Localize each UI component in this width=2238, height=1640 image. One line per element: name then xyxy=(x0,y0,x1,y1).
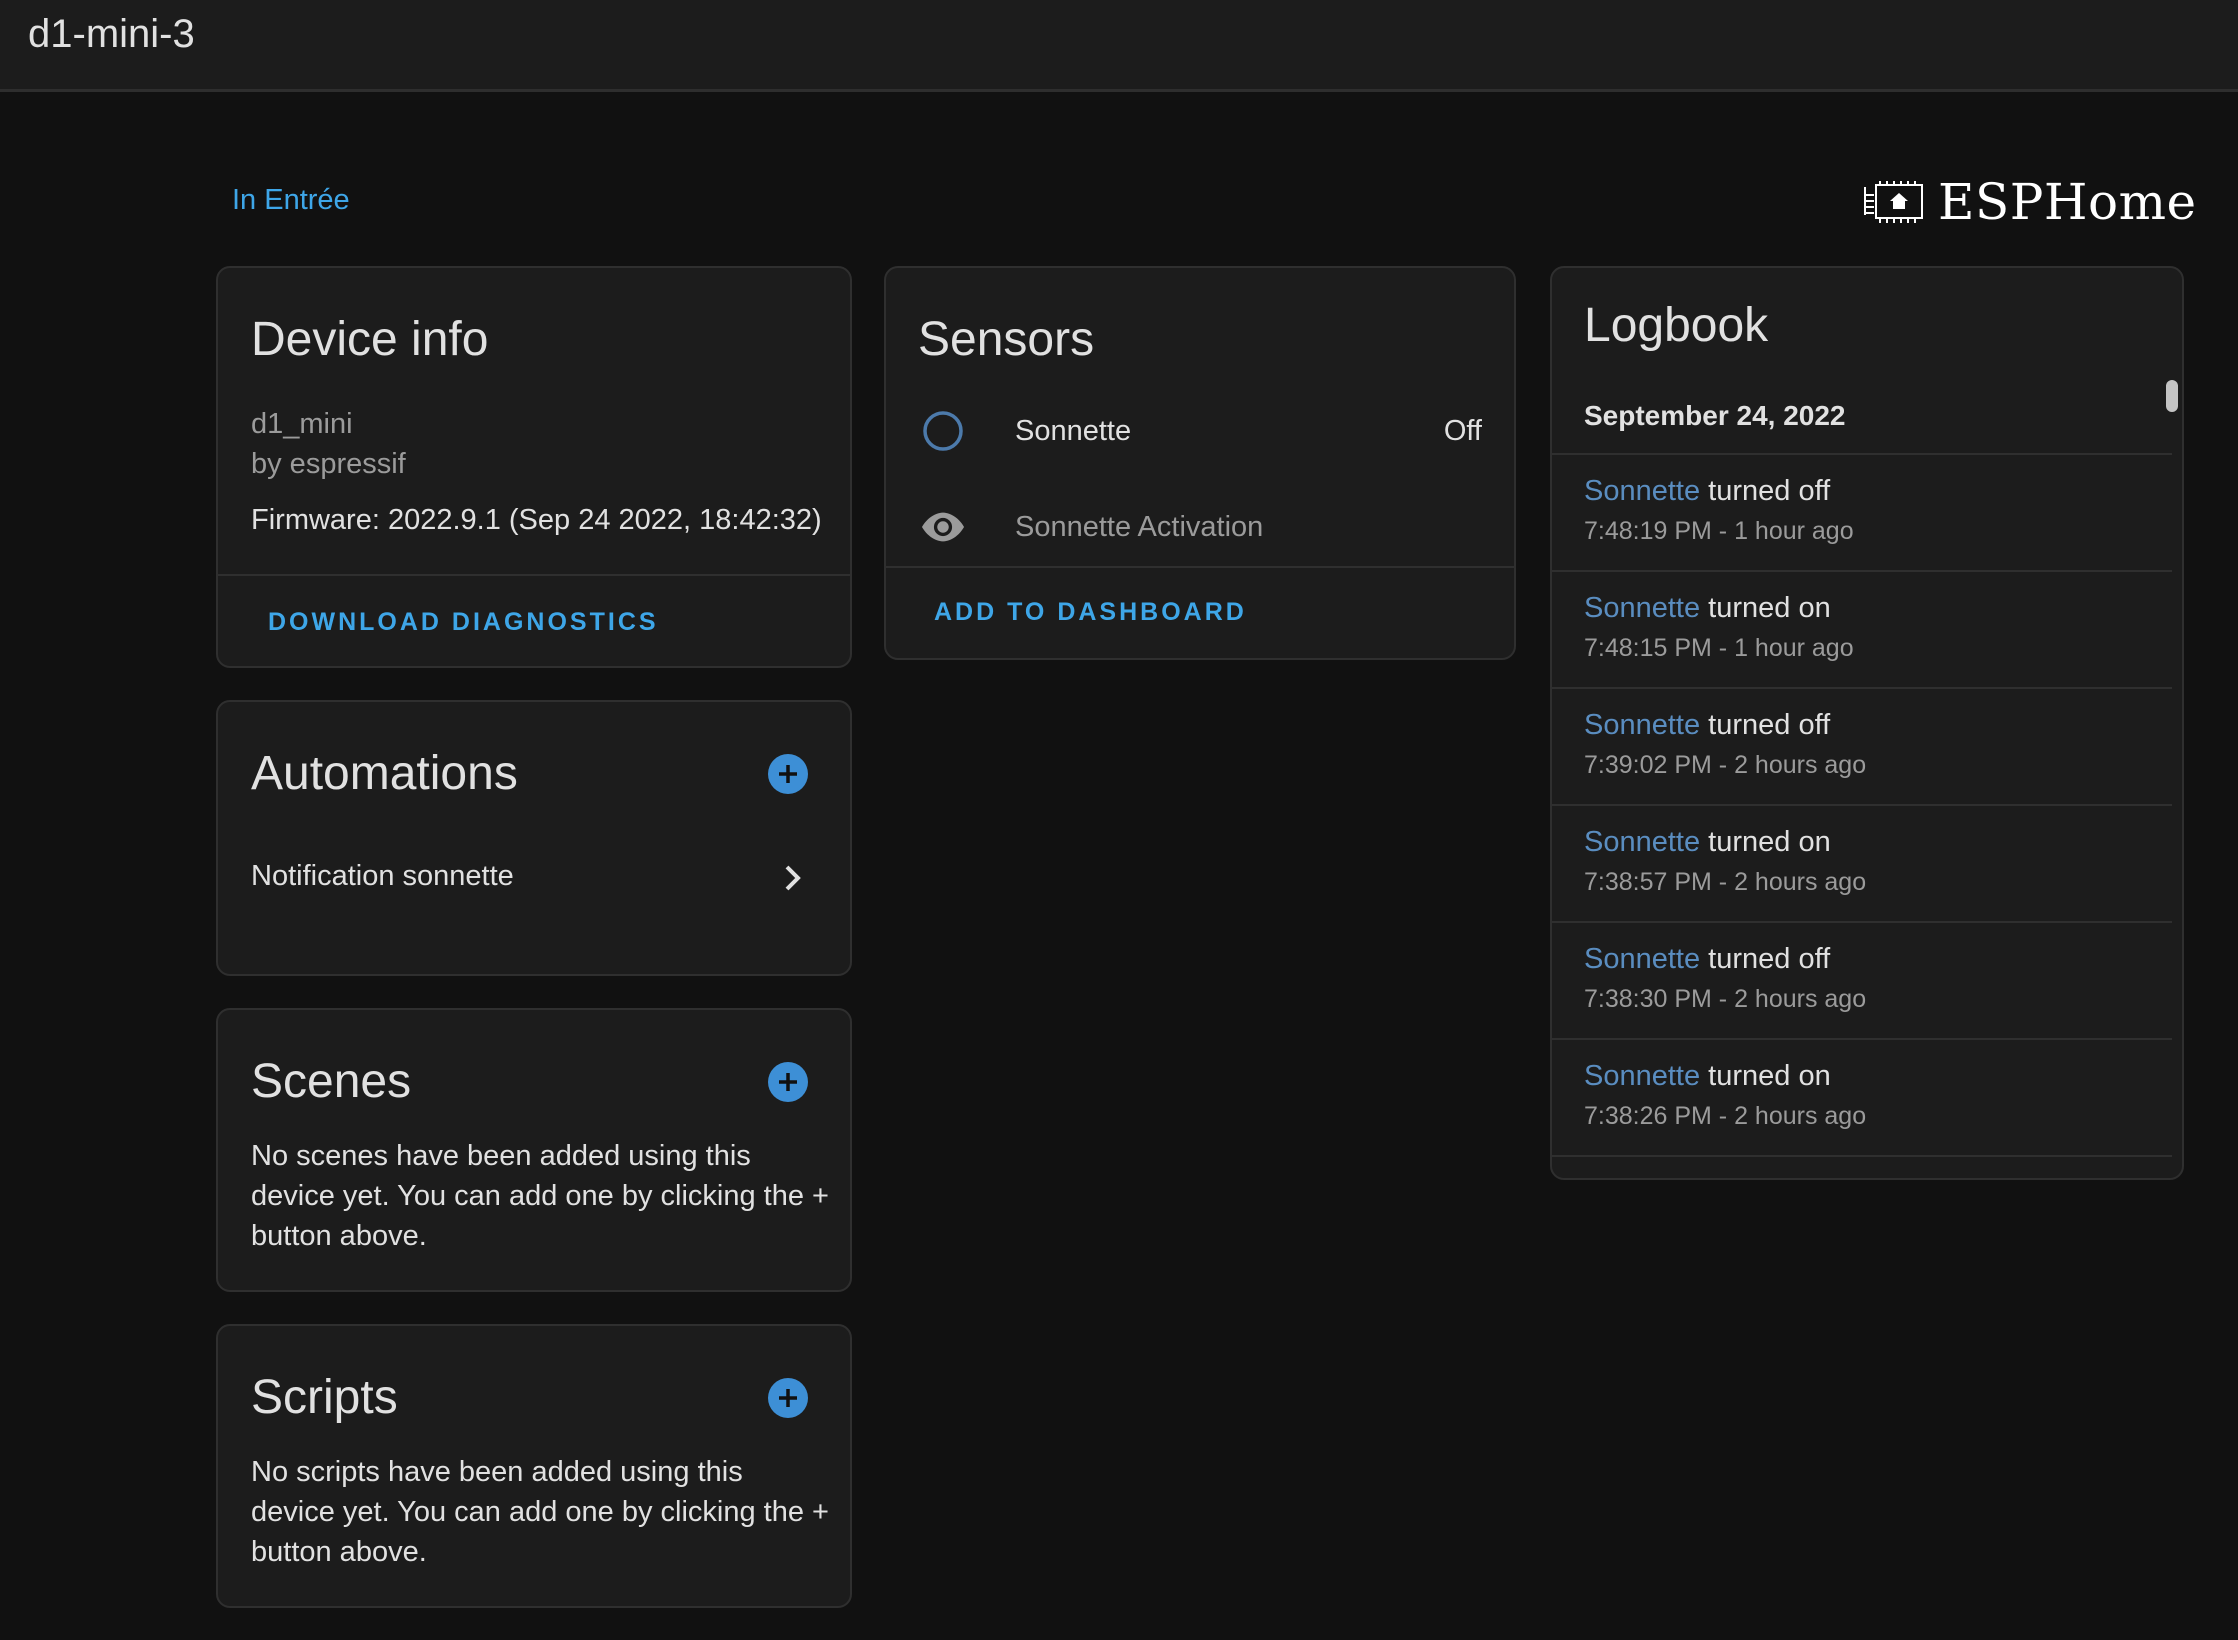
esphome-chip-icon xyxy=(1864,181,1923,223)
log-message: turned on xyxy=(1708,826,1831,858)
device-info-card: Device info d1_mini by espressif Firmwar… xyxy=(216,266,852,668)
logbook-scrollbar[interactable] xyxy=(2166,380,2178,412)
area-link[interactable]: In Entrée xyxy=(232,184,350,217)
log-entity-link[interactable]: Sonnette xyxy=(1584,1060,1700,1092)
log-message: turned off xyxy=(1708,709,1831,741)
eye-icon xyxy=(921,505,965,549)
log-entry[interactable]: Sonnette turned on 7:48:15 PM - 1 hour a… xyxy=(1552,570,2172,687)
log-entry[interactable]: Sonnette turned off 7:38:30 PM - 2 hours… xyxy=(1552,921,2172,1038)
log-entry[interactable]: Sonnette turned off 7:48:19 PM - 1 hour … xyxy=(1552,453,2172,570)
plus-icon xyxy=(779,765,797,783)
logbook-list: Sonnette turned off 7:48:19 PM - 1 hour … xyxy=(1552,453,2172,1178)
device-firmware: Firmware: 2022.9.1 (Sep 24 2022, 18:42:3… xyxy=(251,504,822,536)
add-to-dashboard-button[interactable]: ADD TO DASHBOARD xyxy=(934,598,1247,627)
page-title: d1-mini-3 xyxy=(28,12,195,56)
log-entity-link[interactable]: Sonnette xyxy=(1584,475,1700,507)
log-entity-link[interactable]: Sonnette xyxy=(1584,943,1700,975)
sensor-name: Sonnette xyxy=(1015,414,1132,447)
plus-icon xyxy=(779,1389,797,1407)
log-time: 7:48:19 PM - 1 hour ago xyxy=(1584,517,1854,545)
scenes-title: Scenes xyxy=(251,1055,412,1108)
device-manufacturer: by espressif xyxy=(251,448,406,480)
log-entry[interactable]: Sonnette turned off 7:39:02 PM - 2 hours… xyxy=(1552,687,2172,804)
logbook-card: Logbook September 24, 2022 Sonnette turn… xyxy=(1550,266,2184,1180)
sensor-row-sonnette[interactable]: Sonnette Off xyxy=(886,396,1514,466)
scripts-title: Scripts xyxy=(251,1371,398,1424)
add-automation-button[interactable] xyxy=(768,754,808,794)
log-entity-link[interactable]: Sonnette xyxy=(1584,709,1700,741)
log-message: turned on xyxy=(1708,1060,1831,1092)
sensor-state: Off xyxy=(1443,414,1482,447)
log-time: 7:39:02 PM - 2 hours ago xyxy=(1584,751,1867,779)
log-message: turned off xyxy=(1708,943,1831,975)
log-time: 7:38:57 PM - 2 hours ago xyxy=(1584,868,1867,896)
automations-card: Automations Notification sonnette xyxy=(216,700,852,976)
card-divider xyxy=(218,574,850,576)
brand-name: ESPHome xyxy=(1938,173,2197,231)
logbook-title: Logbook xyxy=(1584,299,1769,352)
top-app-bar: d1-mini-3 xyxy=(0,0,2238,92)
circle-outline-icon xyxy=(921,409,965,453)
automation-item[interactable]: Notification sonnette xyxy=(218,842,850,914)
automations-title: Automations xyxy=(251,747,518,800)
logbook-date: September 24, 2022 xyxy=(1584,400,1846,431)
log-message: turned on xyxy=(1708,592,1831,624)
scenes-empty-text: No scenes have been added using this dev… xyxy=(251,1140,829,1252)
sensors-title: Sensors xyxy=(918,313,1095,366)
device-model: d1_mini xyxy=(251,408,353,440)
sensor-name: Sonnette Activation xyxy=(1015,510,1264,543)
card-divider xyxy=(886,566,1514,568)
log-message: turned off xyxy=(1708,475,1831,507)
add-script-button[interactable] xyxy=(768,1378,808,1418)
log-entry[interactable]: Sonnette turned on 7:38:57 PM - 2 hours … xyxy=(1552,804,2172,921)
log-entry[interactable]: Sonnette turned on 7:38:26 PM - 2 hours … xyxy=(1552,1038,2172,1155)
log-list-end xyxy=(1552,1155,2172,1178)
scripts-empty-text: No scripts have been added using this de… xyxy=(251,1456,829,1568)
scenes-card: Scenes No scenes have been added using t… xyxy=(216,1008,852,1292)
device-info-title: Device info xyxy=(251,313,489,366)
sensor-row-sonnette-activation[interactable]: Sonnette Activation xyxy=(886,492,1514,562)
integration-brand: ESPHome xyxy=(1862,172,2197,232)
log-entity-link[interactable]: Sonnette xyxy=(1584,592,1700,624)
download-diagnostics-button[interactable]: DOWNLOAD DIAGNOSTICS xyxy=(268,608,659,637)
add-scene-button[interactable] xyxy=(768,1062,808,1102)
log-entity-link[interactable]: Sonnette xyxy=(1584,826,1700,858)
log-time: 7:38:26 PM - 2 hours ago xyxy=(1584,1102,1867,1130)
automation-label: Notification sonnette xyxy=(251,860,514,892)
plus-icon xyxy=(779,1073,797,1091)
chevron-right-icon xyxy=(785,865,801,891)
log-time: 7:38:30 PM - 2 hours ago xyxy=(1584,985,1867,1013)
sensors-card: Sensors Sonnette Off Sonnette Activation… xyxy=(884,266,1516,660)
log-time: 7:48:15 PM - 1 hour ago xyxy=(1584,634,1854,662)
scripts-card: Scripts No scripts have been added using… xyxy=(216,1324,852,1608)
